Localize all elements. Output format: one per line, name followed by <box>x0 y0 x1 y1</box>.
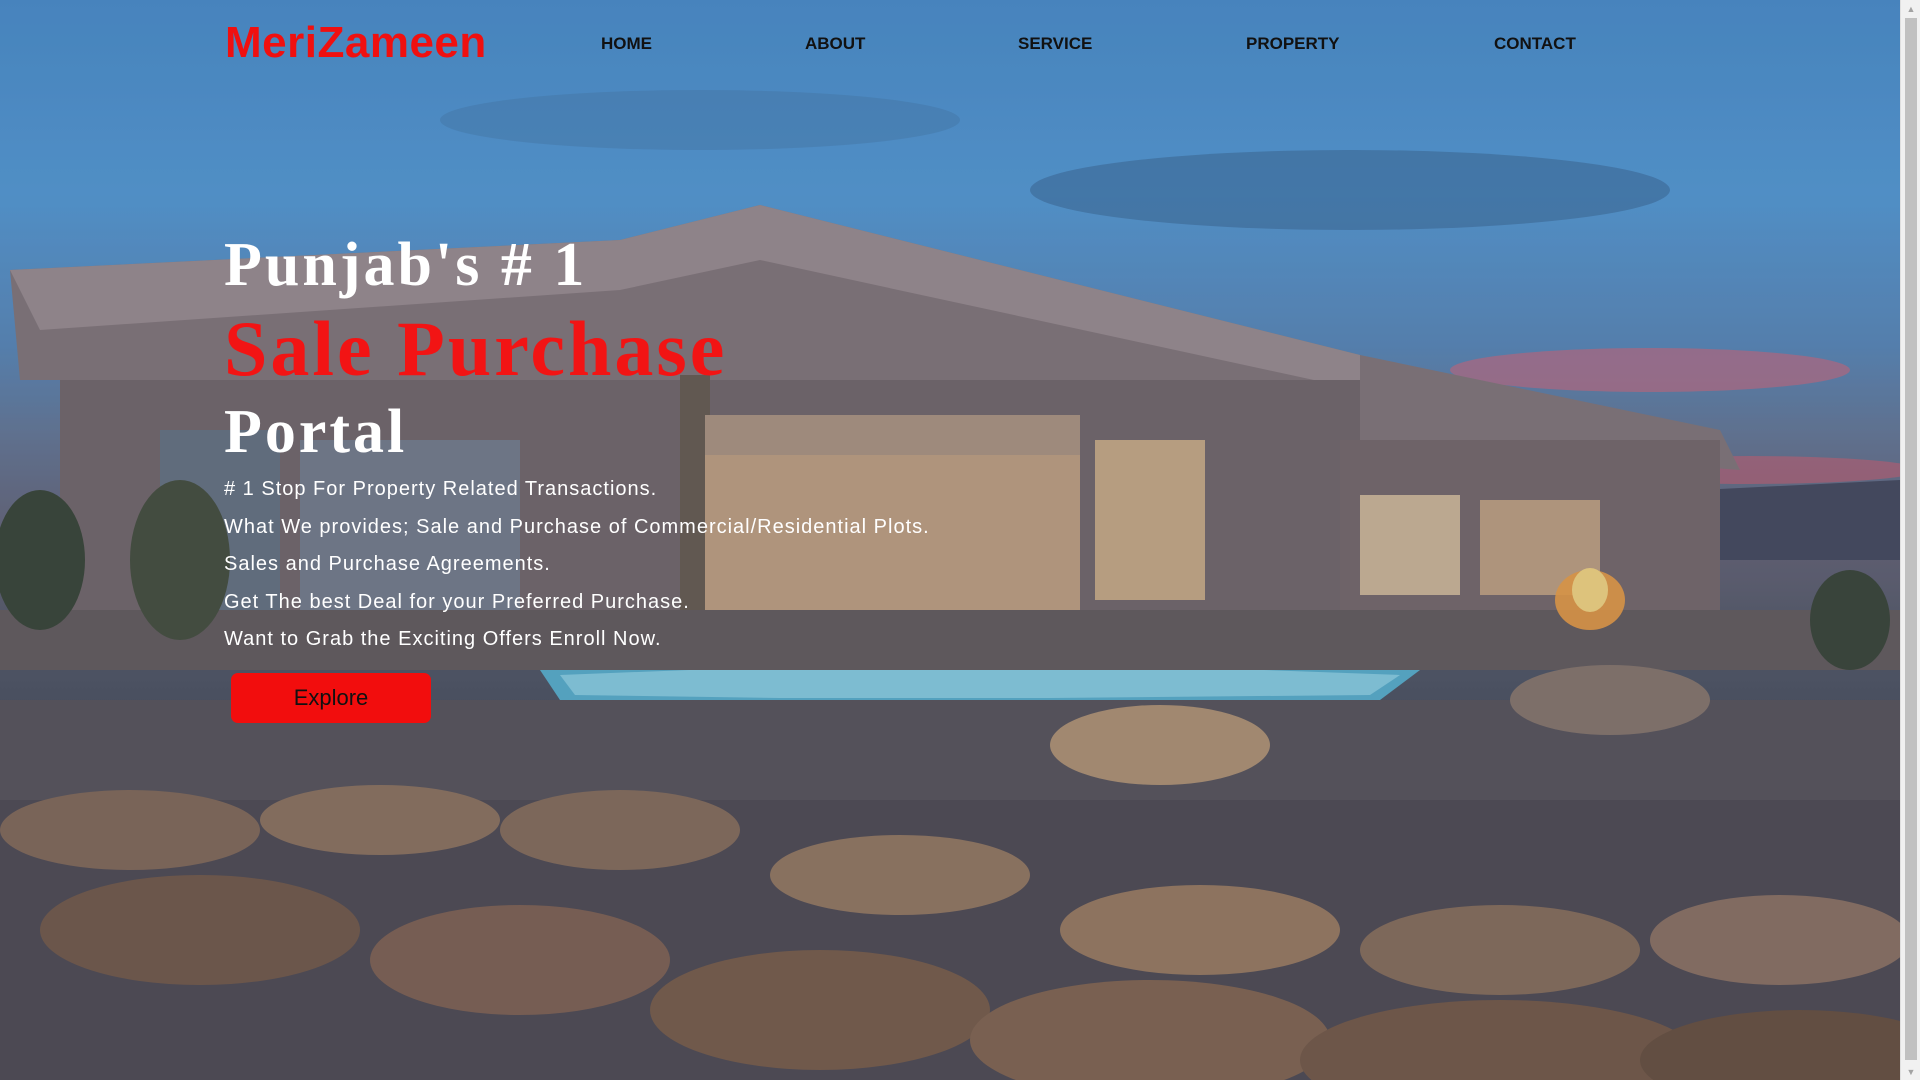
hero-feature-item: # 1 Stop For Property Related Transactio… <box>224 478 658 500</box>
scroll-down-arrow-icon[interactable]: ▼ <box>1901 1063 1920 1080</box>
top-navbar: MeriZameen HOME ABOUT SERVICE PROPERTY C… <box>0 0 1900 90</box>
brand-logo[interactable]: MeriZameen <box>225 18 487 68</box>
nav-link-service[interactable]: SERVICE <box>1018 34 1092 54</box>
hero-feature-item: What We provides; Sale and Purchase of C… <box>224 515 930 538</box>
nav-link-property[interactable]: PROPERTY <box>1246 34 1340 54</box>
nav-link-about[interactable]: ABOUT <box>805 34 865 54</box>
explore-button[interactable]: Explore <box>231 673 431 723</box>
nav-link-contact[interactable]: CONTACT <box>1494 34 1576 54</box>
scroll-up-arrow-icon[interactable]: ▲ <box>1901 0 1920 17</box>
hero-heading-line3: Portal <box>224 398 408 466</box>
hero-feature-item: Want to Grab the Exciting Offers Enroll … <box>224 628 662 650</box>
hero-feature-item: Sales and Purchase Agreements. <box>224 553 551 575</box>
hero-feature-list: # 1 Stop For Property Related Transactio… <box>224 471 1324 659</box>
hero-heading-line1: Punjab's # 1 <box>224 231 588 299</box>
hero-heading-line2: Sale Purchase <box>224 305 728 392</box>
vertical-scrollbar[interactable]: ▲ ▼ <box>1900 0 1920 1080</box>
hero-section: Punjab's # 1 Sale Purchase Portal # 1 St… <box>224 225 1324 659</box>
scrollbar-thumb[interactable] <box>1905 18 1917 1060</box>
nav-link-home[interactable]: HOME <box>601 34 652 54</box>
hero-feature-item: Get The best Deal for your Preferred Pur… <box>224 590 690 613</box>
